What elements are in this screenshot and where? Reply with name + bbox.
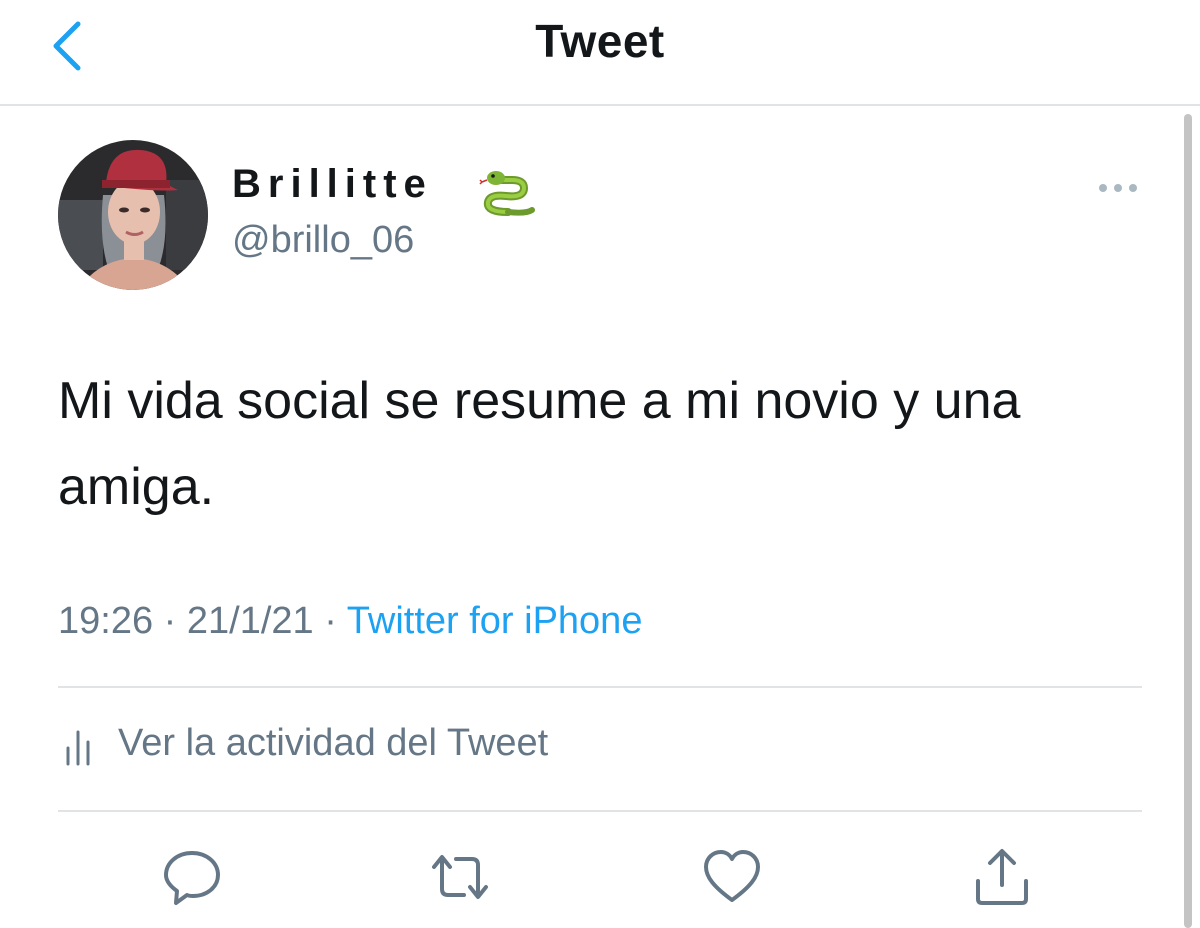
tweet-detail-screen: Tweet Brillitte @brillo_06 Mi vida socia… bbox=[0, 0, 1200, 928]
top-navigation-bar: Tweet bbox=[0, 0, 1200, 106]
view-tweet-activity-button[interactable]: Ver la actividad del Tweet bbox=[58, 718, 548, 768]
tweet-date: 21/1/21 bbox=[186, 600, 314, 642]
more-options-button[interactable] bbox=[1092, 175, 1144, 201]
scrollbar[interactable] bbox=[1184, 114, 1192, 928]
share-button[interactable] bbox=[970, 845, 1034, 909]
author-handle[interactable]: @brillo_06 bbox=[232, 219, 414, 262]
retweet-button[interactable] bbox=[428, 845, 492, 909]
meta-separator: · bbox=[324, 600, 337, 642]
reply-icon bbox=[164, 851, 220, 905]
reply-button[interactable] bbox=[160, 845, 224, 909]
snake-emoji-icon bbox=[479, 171, 535, 216]
ellipsis-icon bbox=[1099, 184, 1137, 192]
tweet-text: Mi vida social se resume a mi novio y un… bbox=[58, 372, 1021, 516]
avatar-image bbox=[58, 140, 208, 290]
avatar[interactable] bbox=[58, 140, 208, 290]
view-activity-label: Ver la actividad del Tweet bbox=[118, 721, 549, 764]
tweet-source-link[interactable]: Twitter for iPhone bbox=[347, 600, 643, 642]
divider bbox=[58, 810, 1142, 812]
tweet-time: 19:26 bbox=[58, 600, 154, 642]
analytics-icon bbox=[66, 730, 90, 766]
tweet-metadata: 19:26 · 21/1/21 · Twitter for iPhone bbox=[58, 600, 642, 643]
share-icon bbox=[976, 849, 1028, 905]
retweet-icon bbox=[432, 855, 488, 899]
page-title: Tweet bbox=[535, 15, 665, 67]
author-display-name[interactable]: Brillitte bbox=[232, 162, 433, 207]
like-icon bbox=[704, 850, 760, 902]
meta-separator: · bbox=[163, 600, 177, 642]
like-button[interactable] bbox=[700, 845, 764, 909]
divider bbox=[58, 686, 1142, 688]
